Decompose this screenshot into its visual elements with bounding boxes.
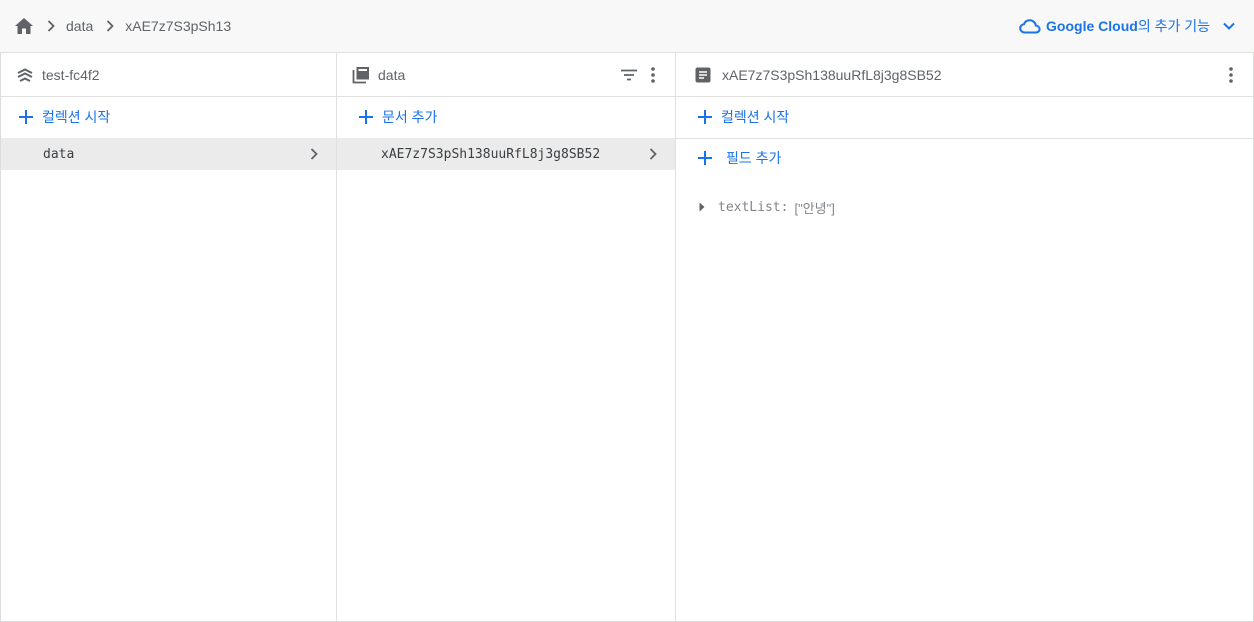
extras-label: 의 추가 기능 — [1137, 18, 1210, 34]
start-subcollection-label: 컬렉션 시작 — [721, 109, 790, 125]
collection-panel: data 문서 추가 xAE7z7S3pSh138uuRfL8j3g8SB52 — [337, 53, 676, 621]
document-icon — [694, 66, 712, 84]
document-panel: xAE7z7S3pSh138uuRfL8j3g8SB52 컬렉션 시작 필드 추… — [676, 53, 1253, 621]
document-title: xAE7z7S3pSh138uuRfL8j3g8SB52 — [722, 66, 942, 83]
collection-title: data — [378, 66, 406, 83]
chevron-right-icon — [40, 16, 62, 36]
collection-panel-header: data — [337, 53, 675, 97]
document-item[interactable]: xAE7z7S3pSh138uuRfL8j3g8SB52 — [337, 138, 675, 170]
list-item-label: xAE7z7S3pSh138uuRfL8j3g8SB52 — [381, 146, 601, 162]
document-actions — [1221, 65, 1241, 85]
collection-icon — [352, 66, 370, 84]
triangle-right-icon[interactable] — [696, 201, 708, 213]
list-item-label: data — [43, 146, 75, 162]
top-bar: data xAE7z7S3pSh13 Google Cloud 의 추가 기능 — [0, 0, 1254, 53]
plus-icon — [696, 149, 714, 167]
add-field-label: 필드 추가 — [726, 150, 782, 166]
project-title: test-fc4f2 — [42, 66, 100, 83]
add-field-button[interactable]: 필드 추가 — [676, 138, 1253, 178]
add-document-label: 문서 추가 — [382, 109, 438, 125]
chevron-right-icon — [306, 146, 322, 162]
breadcrumb-data[interactable]: data — [66, 18, 93, 34]
collection-item-data[interactable]: data — [1, 138, 336, 170]
firestore-project-icon — [16, 66, 34, 84]
chevron-down-icon — [1222, 19, 1236, 33]
home-icon[interactable] — [14, 16, 34, 36]
breadcrumb-document[interactable]: xAE7z7S3pSh13 — [125, 18, 231, 34]
document-panel-header: xAE7z7S3pSh138uuRfL8j3g8SB52 — [676, 53, 1253, 97]
start-collection-button[interactable]: 컬렉션 시작 — [1, 97, 336, 137]
add-document-button[interactable]: 문서 추가 — [337, 97, 675, 137]
field-value: ["안녕"] — [794, 200, 835, 216]
field-row: textList: ["안녕"] — [676, 194, 835, 220]
more-vert-icon[interactable] — [643, 65, 663, 85]
project-panel-header: test-fc4f2 — [1, 53, 336, 97]
google-cloud-extras-button[interactable]: Google Cloud 의 추가 기능 — [1019, 14, 1236, 38]
more-vert-icon[interactable] — [1221, 65, 1241, 85]
filter-icon[interactable] — [619, 65, 639, 85]
collection-actions — [619, 65, 663, 85]
plus-icon — [17, 108, 35, 126]
google-cloud-label: Google Cloud — [1046, 18, 1138, 34]
plus-icon — [357, 108, 375, 126]
project-panel: test-fc4f2 컬렉션 시작 data — [1, 53, 337, 621]
start-subcollection-button[interactable]: 컬렉션 시작 — [676, 97, 1253, 137]
chevron-right-icon — [645, 146, 661, 162]
field-key: textList: — [718, 199, 789, 215]
plus-icon — [696, 108, 714, 126]
panels-container: test-fc4f2 컬렉션 시작 data data 문서 추가 xAE7z7… — [0, 53, 1254, 622]
cloud-icon — [1019, 18, 1041, 34]
chevron-right-icon — [99, 16, 121, 36]
start-collection-label: 컬렉션 시작 — [42, 109, 111, 125]
